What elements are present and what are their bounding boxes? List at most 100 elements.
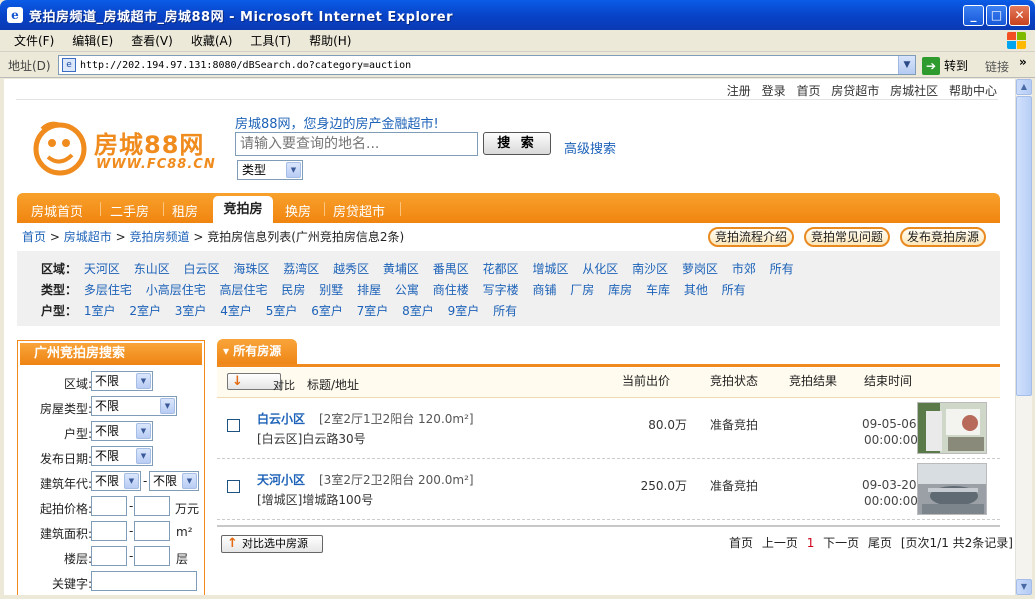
nav-second-hand[interactable]: 二手房	[110, 201, 149, 220]
search-type-select[interactable]: 类型 ▼	[237, 160, 303, 180]
publish-auction-button[interactable]: 发布竞拍房源	[900, 227, 986, 247]
top-link-loan[interactable]: 房贷超市	[831, 84, 879, 98]
listing-thumbnail[interactable]	[917, 402, 987, 454]
site-logo[interactable]: 房城88网 WWW.FC88.CN	[32, 119, 222, 177]
filter-district[interactable]: 海珠区	[233, 262, 269, 276]
nav-auction-active[interactable]: 竞拍房	[213, 196, 273, 223]
pager-last[interactable]: 尾页	[868, 536, 892, 550]
pager-first[interactable]: 首页	[729, 536, 753, 550]
nav-home[interactable]: 房城首页	[31, 201, 83, 220]
filter-district[interactable]: 白云区	[184, 262, 220, 276]
top-link-login[interactable]: 登录	[762, 84, 786, 98]
area-min-input[interactable]	[91, 521, 127, 541]
filter-type[interactable]: 公寓	[395, 283, 419, 297]
filter-type[interactable]: 别墅	[319, 283, 343, 297]
breadcrumb-auction[interactable]: 竞拍房频道	[129, 230, 189, 244]
top-link-help[interactable]: 帮助中心	[949, 84, 997, 98]
filter-type[interactable]: 多层住宅	[84, 283, 132, 297]
address-input[interactable]: e http://202.194.97.131:8080/dBSearch.do…	[58, 55, 916, 75]
nav-loan[interactable]: 房贷超市	[333, 201, 385, 220]
filter-type[interactable]: 高层住宅	[220, 283, 268, 297]
price-max-input[interactable]	[134, 496, 170, 516]
listing-thumbnail[interactable]	[917, 463, 987, 515]
top-link-home[interactable]: 首页	[796, 84, 820, 98]
vertical-scrollbar[interactable]: ▲ ▼	[1015, 79, 1032, 595]
search-button[interactable]: 搜 索	[483, 132, 551, 155]
compare-button[interactable]: ↓ 对比	[227, 373, 295, 392]
floor-max-input[interactable]	[134, 546, 170, 566]
scroll-down-icon[interactable]: ▼	[1016, 579, 1032, 595]
year-to-select[interactable]: 不限 ▼	[149, 471, 199, 491]
nav-swap[interactable]: 换房	[285, 201, 311, 220]
menu-help[interactable]: 帮助(H)	[309, 32, 351, 49]
filter-layout[interactable]: 5室户	[266, 304, 298, 318]
row-checkbox[interactable]	[227, 419, 240, 432]
links-label[interactable]: 链接	[985, 58, 1009, 75]
filter-layout[interactable]: 7室户	[357, 304, 389, 318]
keyword-input[interactable]	[91, 571, 197, 591]
filter-type[interactable]: 车库	[646, 283, 670, 297]
filter-layout[interactable]: 9室户	[448, 304, 480, 318]
filter-layout[interactable]: 4室户	[220, 304, 252, 318]
filter-layout[interactable]: 2室户	[129, 304, 161, 318]
layout-select[interactable]: 不限 ▼	[91, 421, 153, 441]
filter-layout[interactable]: 所有	[493, 304, 517, 318]
advanced-search-link[interactable]: 高级搜索	[564, 138, 616, 157]
links-chevron-icon[interactable]: »	[1019, 55, 1027, 69]
filter-layout[interactable]: 6室户	[311, 304, 343, 318]
filter-district[interactable]: 从化区	[582, 262, 618, 276]
filter-type[interactable]: 厂房	[570, 283, 594, 297]
filter-district[interactable]: 黄埔区	[383, 262, 419, 276]
pager-next[interactable]: 下一页	[823, 536, 859, 550]
auction-process-button[interactable]: 竞拍流程介绍	[708, 227, 794, 247]
filter-district[interactable]: 所有	[770, 262, 794, 276]
filter-district[interactable]: 番禺区	[433, 262, 469, 276]
filter-type[interactable]: 其他	[684, 283, 708, 297]
go-button[interactable]: ➔ 转到	[922, 56, 968, 75]
menu-view[interactable]: 查看(V)	[131, 32, 173, 49]
row-checkbox[interactable]	[227, 480, 240, 493]
maximize-button[interactable]: □	[986, 5, 1007, 26]
filter-district[interactable]: 荔湾区	[283, 262, 319, 276]
filter-type[interactable]: 排屋	[357, 283, 381, 297]
filter-district[interactable]: 增城区	[532, 262, 568, 276]
menu-favorites[interactable]: 收藏(A)	[191, 32, 233, 49]
filter-district[interactable]: 东山区	[134, 262, 170, 276]
filter-district[interactable]: 萝岗区	[682, 262, 718, 276]
filter-type[interactable]: 所有	[722, 283, 746, 297]
filter-layout[interactable]: 8室户	[402, 304, 434, 318]
listing-name[interactable]: 天河小区	[257, 471, 305, 488]
house-type-select[interactable]: 不限 ▼	[91, 396, 177, 416]
breadcrumb-market[interactable]: 房城超市	[64, 230, 112, 244]
filter-type[interactable]: 民房	[281, 283, 305, 297]
filter-layout[interactable]: 3室户	[175, 304, 207, 318]
compare-selected-button[interactable]: ↑ 对比选中房源	[221, 535, 323, 553]
scroll-thumb[interactable]	[1016, 96, 1032, 396]
address-dropdown-icon[interactable]: ▼	[898, 56, 915, 74]
price-min-input[interactable]	[91, 496, 127, 516]
district-select[interactable]: 不限 ▼	[91, 371, 153, 391]
floor-min-input[interactable]	[91, 546, 127, 566]
filter-type[interactable]: 小高层住宅	[146, 283, 206, 297]
breadcrumb-home[interactable]: 首页	[22, 230, 46, 244]
top-link-community[interactable]: 房城社区	[890, 84, 938, 98]
auction-faq-button[interactable]: 竞拍常见问题	[804, 227, 890, 247]
pager-prev[interactable]: 上一页	[762, 536, 798, 550]
search-input[interactable]	[235, 132, 478, 156]
date-select[interactable]: 不限 ▼	[91, 446, 153, 466]
year-from-select[interactable]: 不限 ▼	[91, 471, 141, 491]
filter-district[interactable]: 天河区	[84, 262, 120, 276]
filter-district[interactable]: 花都区	[483, 262, 519, 276]
scroll-up-icon[interactable]: ▲	[1016, 79, 1032, 95]
filter-district[interactable]: 南沙区	[632, 262, 668, 276]
filter-district[interactable]: 市郊	[732, 262, 756, 276]
minimize-button[interactable]: _	[963, 5, 984, 26]
filter-type[interactable]: 商住楼	[433, 283, 469, 297]
address-url[interactable]: http://202.194.97.131:8080/dBSearch.do?c…	[80, 60, 411, 71]
nav-rent[interactable]: 租房	[172, 201, 198, 220]
area-max-input[interactable]	[134, 521, 170, 541]
menu-edit[interactable]: 编辑(E)	[72, 32, 113, 49]
filter-type[interactable]: 商铺	[532, 283, 556, 297]
top-link-register[interactable]: 注册	[727, 84, 751, 98]
menu-file[interactable]: 文件(F)	[14, 32, 54, 49]
